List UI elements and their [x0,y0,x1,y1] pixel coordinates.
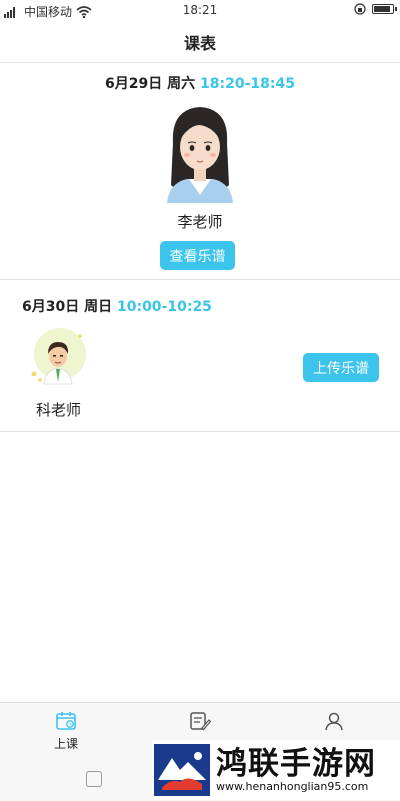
lesson-time: 18:20-18:45 [200,76,295,92]
nav-item-notes[interactable] [160,711,240,731]
watermark-logo [154,744,210,796]
battery-icon [372,4,397,14]
lesson-date: 6月30日 周日 [22,299,113,315]
calendar-icon [56,712,76,730]
rotation-lock-icon [354,3,366,15]
watermark-url: www.henanhonglian95.com [216,780,369,793]
status-bar: 中国移动 18:21 [0,0,400,22]
profile-icon [325,712,343,731]
lesson-datetime: 6月30日 周日 10:00-10:25 [22,296,212,316]
page-title: 课表 [183,34,216,53]
home-square-icon[interactable] [86,771,102,787]
status-right [354,3,397,15]
app-header: 课表 [0,22,400,63]
view-score-button[interactable]: 查看乐谱 [160,241,235,270]
nav-label-class: 上课 [53,737,78,751]
teacher-name: 李老师 [177,213,223,231]
teacher-avatar [167,107,233,203]
lesson-time: 10:00-10:25 [116,299,212,315]
nav-item-profile[interactable] [294,711,374,731]
nav-item-class[interactable]: 上课 [26,711,106,752]
watermark: 鸿联手游网 www.henanhonglian95.com [152,740,400,800]
notes-icon [190,712,211,731]
status-time: 18:21 [182,3,218,17]
teacher-avatar [31,328,86,385]
lesson-date: 6月29日 周六 [105,76,196,92]
lesson-card: 6月30日 周日 10:00-10:25 科老师 上传乐谱 [0,281,400,432]
watermark-title: 鸿联手游网 [216,746,376,782]
lesson-datetime: 6月29日 周六 18:20-18:45 [0,73,400,93]
teacher-name: 科老师 [36,401,82,419]
upload-score-button[interactable]: 上传乐谱 [303,353,379,382]
lesson-card: 6月29日 周六 18:20-18:45 李老师 查看乐谱 [0,63,400,280]
